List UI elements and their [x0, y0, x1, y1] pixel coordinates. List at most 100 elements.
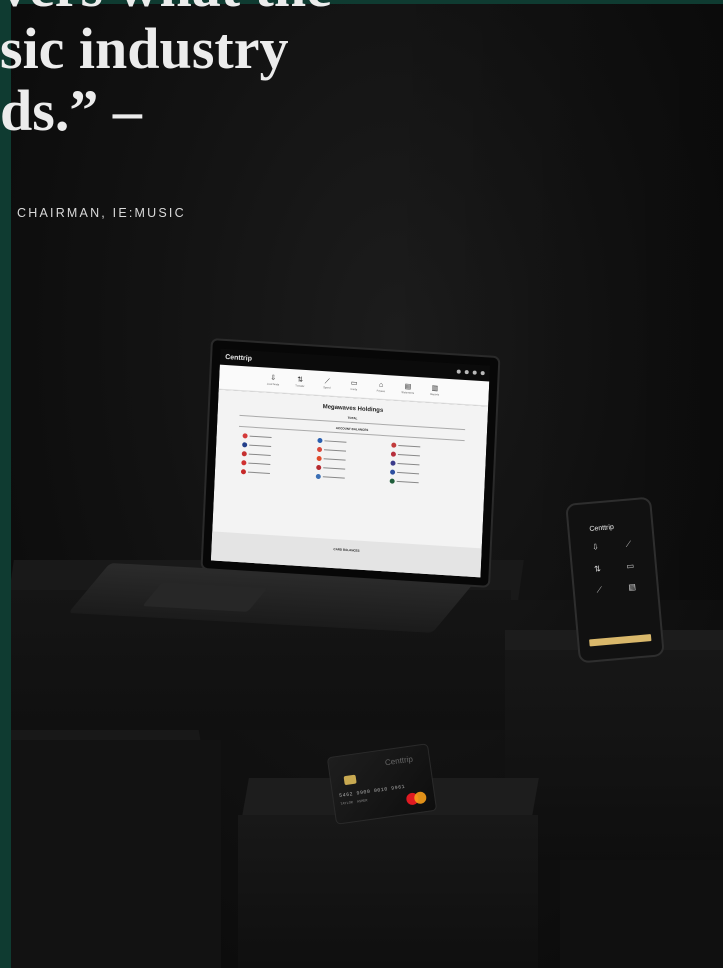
currency-flag-icon: [242, 433, 248, 439]
pedestal-left: [11, 740, 221, 968]
phone-menu-grid: ⇩ ⟋ ⇅ ▭ ⟋ ▤: [583, 539, 645, 597]
phone-app-logo: Centtrip: [589, 523, 615, 534]
balance-amount: [323, 458, 346, 461]
dashboard-content: Megawaves Holdings TOTAL ACCOUNT BALANCE…: [210, 389, 489, 578]
notification-icon[interactable]: [472, 370, 477, 375]
currency-flag-icon: [315, 464, 322, 471]
balance-amount: [248, 453, 271, 457]
currency-flag-icon: [241, 451, 247, 457]
card-balances-dropdown[interactable]: CARD BALANCES: [212, 531, 482, 560]
settings-icon[interactable]: [464, 369, 469, 375]
trend-icon: ⟋: [324, 377, 330, 386]
phone-menu-item[interactable]: ⟋: [586, 584, 612, 596]
document-icon: ▤: [628, 582, 637, 592]
quote-line-2: sic industry: [0, 16, 289, 81]
nav-item-label: Statements: [401, 390, 415, 395]
nav-item[interactable]: ⇩ Load funds: [264, 373, 283, 387]
balance-item[interactable]: [391, 442, 461, 452]
nav-item-label: Transfer: [295, 383, 305, 388]
currency-flag-icon: [242, 442, 248, 448]
balance-amount: [248, 462, 271, 466]
currency-flag-icon: [317, 437, 323, 444]
download-icon: ⇩: [270, 374, 277, 382]
nav-item-label: Payees: [376, 388, 386, 393]
chip-icon: [343, 774, 357, 786]
document-icon: ▤: [404, 382, 412, 391]
cardholder-name: TAYLOR ASHER: [340, 799, 368, 807]
balance-amount: [249, 444, 272, 448]
nav-item[interactable]: ▭ Cards: [345, 378, 364, 392]
bank-icon: ⌂: [378, 381, 384, 389]
quote-attribution: CHAIRMAN, IE:MUSIC: [17, 206, 186, 220]
phone-menu-item[interactable]: ⟋: [616, 539, 642, 551]
card-icon: ▭: [626, 561, 635, 571]
currency-flag-icon: [240, 469, 247, 475]
quote-line-3: ds.” –: [0, 78, 142, 143]
balance-item[interactable]: [242, 442, 311, 451]
balance-item[interactable]: [316, 455, 385, 465]
balance-amount: [398, 453, 421, 457]
trend-icon: ⟋: [625, 539, 632, 549]
laptop-screen: Centtrip ⇩ Load funds ⇅ Transfer ⟋ Spend ▭ Card…: [200, 338, 501, 588]
nav-item[interactable]: ▤ Statements: [399, 381, 418, 395]
nav-item-label: Load funds: [266, 382, 280, 386]
currency-flag-icon: [391, 442, 397, 448]
currency-flag-icon: [390, 460, 396, 466]
nav-item-label: Reports: [430, 392, 440, 396]
balance-list: [240, 433, 461, 488]
currency-flag-icon: [389, 478, 396, 484]
phone-menu-item[interactable]: ▭: [618, 561, 644, 572]
balance-item[interactable]: [241, 451, 311, 460]
balance-amount: [322, 476, 345, 479]
currency-flag-icon: [316, 455, 322, 462]
balance-amount: [398, 444, 421, 448]
balance-item[interactable]: [240, 469, 310, 478]
balance-amount: [249, 435, 272, 439]
currency-flag-icon: [315, 473, 321, 480]
balance-amount: [397, 471, 420, 475]
balance-item[interactable]: [315, 464, 385, 474]
balance-item[interactable]: [315, 473, 384, 483]
phone-action-button[interactable]: [589, 634, 652, 647]
balance-amount: [396, 480, 420, 484]
phone-menu-item[interactable]: ⇅: [585, 563, 611, 574]
nav-item[interactable]: ⌂ Payees: [372, 380, 391, 394]
mastercard-logo-icon: [405, 791, 428, 806]
nav-item[interactable]: ▥ Reports: [426, 383, 445, 397]
nav-item-label: Spend: [323, 385, 331, 390]
balance-item[interactable]: [391, 451, 460, 461]
balance-item[interactable]: [389, 478, 459, 488]
balance-item[interactable]: [316, 446, 386, 456]
balance-item[interactable]: [390, 460, 460, 470]
balance-item[interactable]: [241, 460, 310, 469]
phone-menu-item[interactable]: ▤: [619, 581, 645, 593]
balance-item[interactable]: [317, 437, 386, 447]
nav-item[interactable]: ⇅ Transfer: [291, 375, 310, 389]
card-number: 5462 9900 0010 9961: [338, 783, 406, 800]
quote-headline: vers what the sic industry ds.” –: [0, 0, 332, 142]
nav-item-label: Cards: [350, 387, 358, 391]
phone-menu-item[interactable]: ⇩: [583, 541, 609, 553]
payment-card: Centtrip 5462 9900 0010 9961 TAYLOR ASHE…: [326, 743, 438, 825]
card-logo: Centtrip: [384, 754, 414, 768]
pedestal-corner: [560, 860, 723, 968]
balance-amount: [323, 449, 346, 452]
balance-item[interactable]: [390, 469, 459, 479]
user-icon[interactable]: [456, 369, 461, 374]
app-logo: Centtrip: [224, 353, 253, 363]
pedestal-front: [238, 815, 538, 968]
transfer-icon: ⇅: [593, 564, 602, 574]
currency-flag-icon: [390, 469, 396, 475]
balance-amount: [247, 471, 270, 475]
menu-icon[interactable]: [480, 371, 485, 376]
chart-icon: ⟋: [596, 585, 603, 595]
nav-item[interactable]: ⟋ Spend: [318, 376, 337, 390]
currency-flag-icon: [316, 446, 322, 453]
laptop-app: Centtrip ⇩ Load funds ⇅ Transfer ⟋ Spend ▭ Card…: [210, 348, 491, 578]
accent-border-left: [0, 0, 11, 968]
balance-item[interactable]: [242, 433, 311, 442]
card-icon: ▭: [350, 379, 358, 387]
currency-flag-icon: [241, 460, 247, 466]
download-icon: ⇩: [591, 542, 600, 552]
currency-flag-icon: [391, 451, 397, 457]
